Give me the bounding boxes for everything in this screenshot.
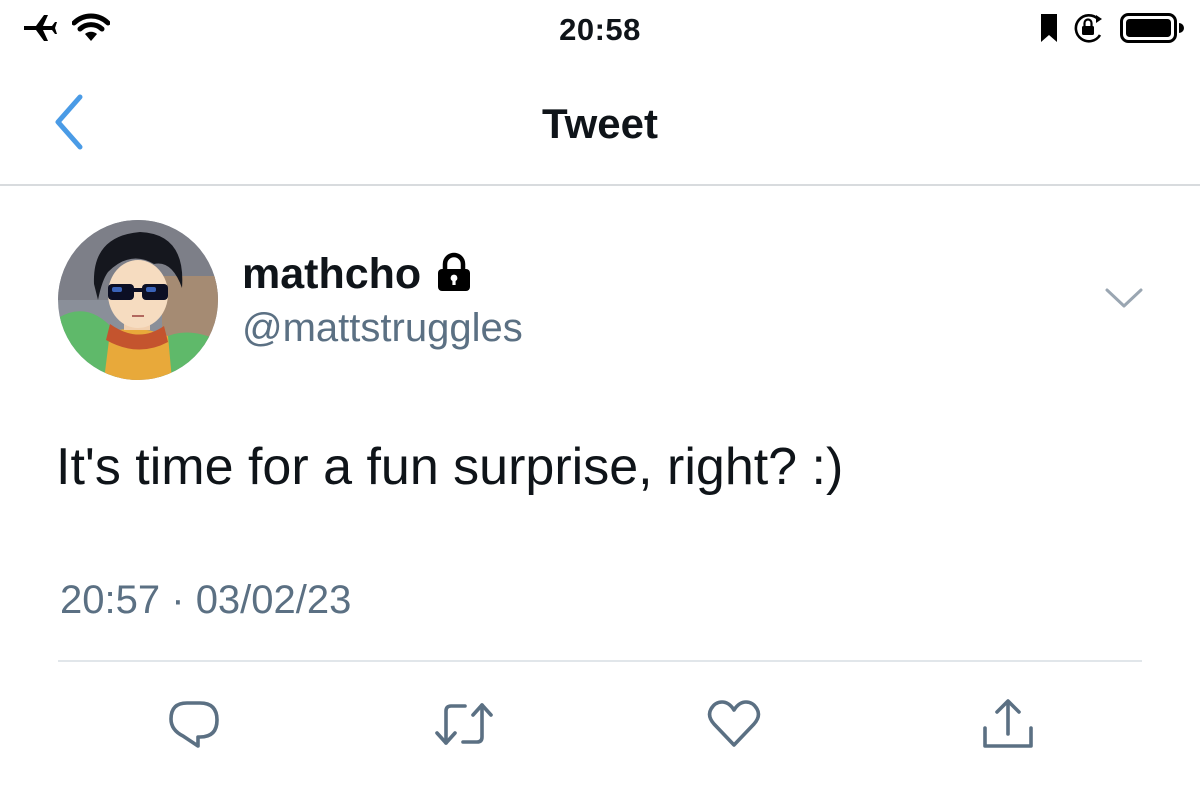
tweet-text: It's time for a fun surprise, right? :) [56,438,844,496]
share-button[interactable] [978,698,1038,754]
tweet-time: 20:57 [60,578,161,622]
tweet-date: 03/02/23 [195,578,352,622]
page-title: Tweet [542,100,658,147]
like-button[interactable] [704,698,764,754]
lock-icon [435,252,473,297]
display-name[interactable]: mathcho [242,246,421,302]
status-time: 20:58 [559,12,641,47]
user-handle[interactable]: @mattstruggles [242,302,523,354]
more-options-button[interactable] [1100,278,1148,322]
tweet-timestamp: 20:57 · 03/02/23 [60,574,351,626]
battery-icon [1120,12,1184,49]
nav-bar: Tweet [0,64,1200,186]
chevron-down-icon [1104,287,1144,314]
reply-button[interactable] [164,698,224,754]
reply-icon [167,699,221,754]
meta-separator: · [171,578,185,622]
status-bar-right [1040,12,1184,48]
retweet-button[interactable] [434,698,494,754]
orientation-lock-icon [1072,13,1106,48]
heart-icon [706,699,762,753]
divider [58,660,1142,662]
retweet-icon [433,701,495,752]
author-name-row: mathcho [242,246,473,302]
bookmark-icon [1040,13,1058,48]
share-icon [981,698,1035,755]
avatar[interactable] [58,220,218,380]
status-bar: 20:58 [0,0,1200,64]
